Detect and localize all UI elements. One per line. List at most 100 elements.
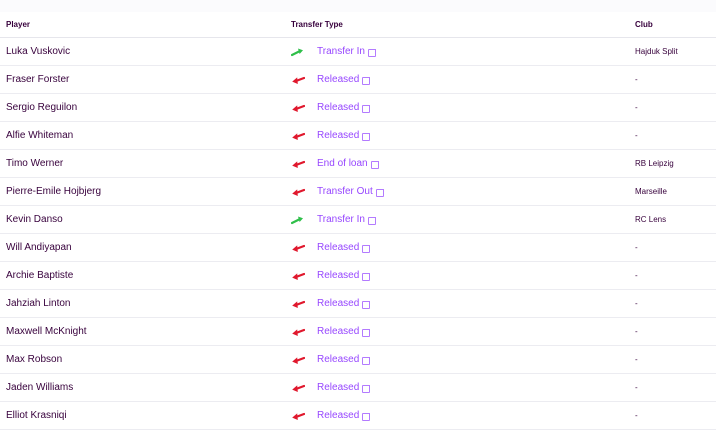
club-name: - bbox=[635, 131, 638, 140]
transfer-type-cell: Released bbox=[291, 382, 635, 393]
transfer-type-cell: Released bbox=[291, 298, 635, 309]
table-row: Kevin Danso Transfer In RC Lens bbox=[0, 206, 716, 234]
player-name: Kevin Danso bbox=[6, 214, 63, 225]
club-name: - bbox=[635, 355, 638, 364]
table-row: Archie Baptiste Released - bbox=[0, 262, 716, 290]
transfer-type-cell: Released bbox=[291, 270, 635, 281]
transfer-type-link[interactable]: Released bbox=[317, 242, 359, 253]
transfer-type-link[interactable]: Released bbox=[317, 270, 359, 281]
table-row: Elliot Krasniqi Released - bbox=[0, 402, 716, 430]
transfers-table: Player Transfer Type Club Luka Vuskovic T… bbox=[0, 12, 716, 430]
club-name: - bbox=[635, 327, 638, 336]
transfer-type-link[interactable]: End of loan bbox=[317, 158, 368, 169]
external-link-icon[interactable] bbox=[362, 412, 371, 421]
external-link-icon[interactable] bbox=[362, 300, 371, 309]
player-name: Timo Werner bbox=[6, 158, 64, 169]
arrow-out-icon bbox=[291, 299, 305, 309]
transfer-type-link[interactable]: Released bbox=[317, 410, 359, 421]
transfer-type-cell: End of loan bbox=[291, 158, 635, 169]
external-link-icon[interactable] bbox=[370, 160, 379, 169]
player-name: Maxwell McKnight bbox=[6, 326, 87, 337]
table-row: Jaden Williams Released - bbox=[0, 374, 716, 402]
table-row: Pierre-Emile Hojbjerg Transfer Out Marseil… bbox=[0, 178, 716, 206]
player-name: Fraser Forster bbox=[6, 74, 70, 85]
external-link-icon[interactable] bbox=[362, 76, 371, 85]
player-name: Elliot Krasniqi bbox=[6, 410, 67, 421]
external-link-icon[interactable] bbox=[362, 356, 371, 365]
transfer-type-cell: Released bbox=[291, 102, 635, 113]
external-link-icon[interactable] bbox=[362, 328, 371, 337]
club-name: Marseille bbox=[635, 187, 668, 196]
arrow-out-icon bbox=[291, 355, 305, 365]
transfer-type-link[interactable]: Transfer Out bbox=[317, 186, 373, 197]
club-name: - bbox=[635, 411, 638, 420]
transfer-type-cell: Released bbox=[291, 130, 635, 141]
external-link-icon[interactable] bbox=[375, 188, 384, 197]
arrow-out-icon bbox=[291, 271, 305, 281]
table-header: Player Transfer Type Club bbox=[0, 12, 716, 38]
club-name: - bbox=[635, 299, 638, 308]
table-row: Timo Werner End of loan RB Leipzig bbox=[0, 150, 716, 178]
transfer-type-link[interactable]: Transfer In bbox=[317, 214, 365, 225]
player-name: Jaden Williams bbox=[6, 382, 74, 393]
external-link-icon[interactable] bbox=[362, 244, 371, 253]
club-name: - bbox=[635, 383, 638, 392]
transfer-type-cell: Transfer In bbox=[291, 214, 635, 225]
player-name: Luka Vuskovic bbox=[6, 46, 71, 57]
external-link-icon[interactable] bbox=[367, 48, 376, 57]
transfer-type-cell: Transfer Out bbox=[291, 186, 635, 197]
arrow-in-icon bbox=[291, 47, 305, 57]
arrow-out-icon bbox=[291, 327, 305, 337]
table-row: Max Robson Released - bbox=[0, 346, 716, 374]
table-row: Sergio Reguilon Released - bbox=[0, 94, 716, 122]
external-link-icon[interactable] bbox=[362, 132, 371, 141]
table-body: Luka Vuskovic Transfer In Hajduk Split Fras… bbox=[0, 38, 716, 430]
transfer-type-link[interactable]: Released bbox=[317, 382, 359, 393]
transfer-type-link[interactable]: Released bbox=[317, 130, 359, 141]
transfer-type-cell: Released bbox=[291, 326, 635, 337]
external-link-icon[interactable] bbox=[362, 104, 371, 113]
arrow-out-icon bbox=[291, 383, 305, 393]
transfer-type-link[interactable]: Released bbox=[317, 354, 359, 365]
player-name: Sergio Reguilon bbox=[6, 102, 78, 113]
player-name: Pierre-Emile Hojbjerg bbox=[6, 186, 102, 197]
club-name: - bbox=[635, 75, 638, 84]
transfer-type-cell: Released bbox=[291, 242, 635, 253]
club-name: - bbox=[635, 271, 638, 280]
transfer-type-cell: Released bbox=[291, 74, 635, 85]
arrow-in-icon bbox=[291, 215, 305, 225]
arrow-out-icon bbox=[291, 159, 305, 169]
column-header-club: Club bbox=[635, 20, 653, 29]
transfer-type-link[interactable]: Released bbox=[317, 102, 359, 113]
table-row: Fraser Forster Released - bbox=[0, 66, 716, 94]
column-header-transfer-type: Transfer Type bbox=[291, 20, 343, 29]
table-row: Jahziah Linton Released - bbox=[0, 290, 716, 318]
player-name: Jahziah Linton bbox=[6, 298, 71, 309]
arrow-out-icon bbox=[291, 75, 305, 85]
arrow-out-icon bbox=[291, 187, 305, 197]
table-row: Luka Vuskovic Transfer In Hajduk Split bbox=[0, 38, 716, 66]
arrow-out-icon bbox=[291, 131, 305, 141]
transfer-type-cell: Transfer In bbox=[291, 46, 635, 57]
table-row: Maxwell McKnight Released - bbox=[0, 318, 716, 346]
table-row: Will Andiyapan Released - bbox=[0, 234, 716, 262]
arrow-out-icon bbox=[291, 411, 305, 421]
external-link-icon[interactable] bbox=[362, 272, 371, 281]
transfer-type-link[interactable]: Released bbox=[317, 298, 359, 309]
external-link-icon[interactable] bbox=[362, 384, 371, 393]
arrow-out-icon bbox=[291, 103, 305, 113]
transfer-type-link[interactable]: Transfer In bbox=[317, 46, 365, 57]
transfer-type-link[interactable]: Released bbox=[317, 74, 359, 85]
player-name: Max Robson bbox=[6, 354, 63, 365]
player-name: Alfie Whiteman bbox=[6, 130, 74, 141]
player-name: Will Andiyapan bbox=[6, 242, 72, 253]
arrow-out-icon bbox=[291, 243, 305, 253]
external-link-icon[interactable] bbox=[367, 216, 376, 225]
club-name: Hajduk Split bbox=[635, 47, 678, 56]
table-row: Alfie Whiteman Released - bbox=[0, 122, 716, 150]
club-name: - bbox=[635, 243, 638, 252]
club-name: RC Lens bbox=[635, 215, 667, 224]
column-header-player: Player bbox=[6, 20, 31, 29]
transfer-type-cell: Released bbox=[291, 354, 635, 365]
transfer-type-link[interactable]: Released bbox=[317, 326, 359, 337]
